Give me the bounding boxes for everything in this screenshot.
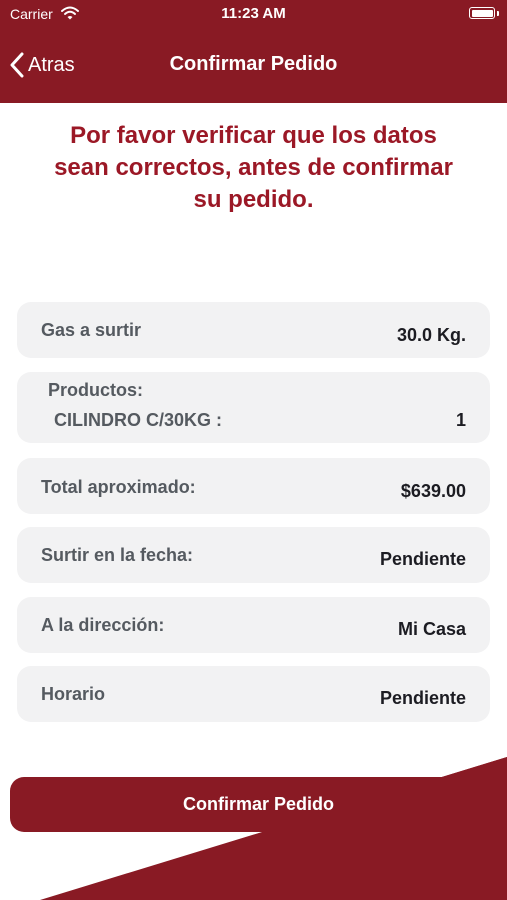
confirm-order-label: Confirmar Pedido [182,794,334,814]
decorative-diagonal-shape [40,757,507,900]
confirm-order-button[interactable]: Confirmar Pedido [10,777,507,832]
